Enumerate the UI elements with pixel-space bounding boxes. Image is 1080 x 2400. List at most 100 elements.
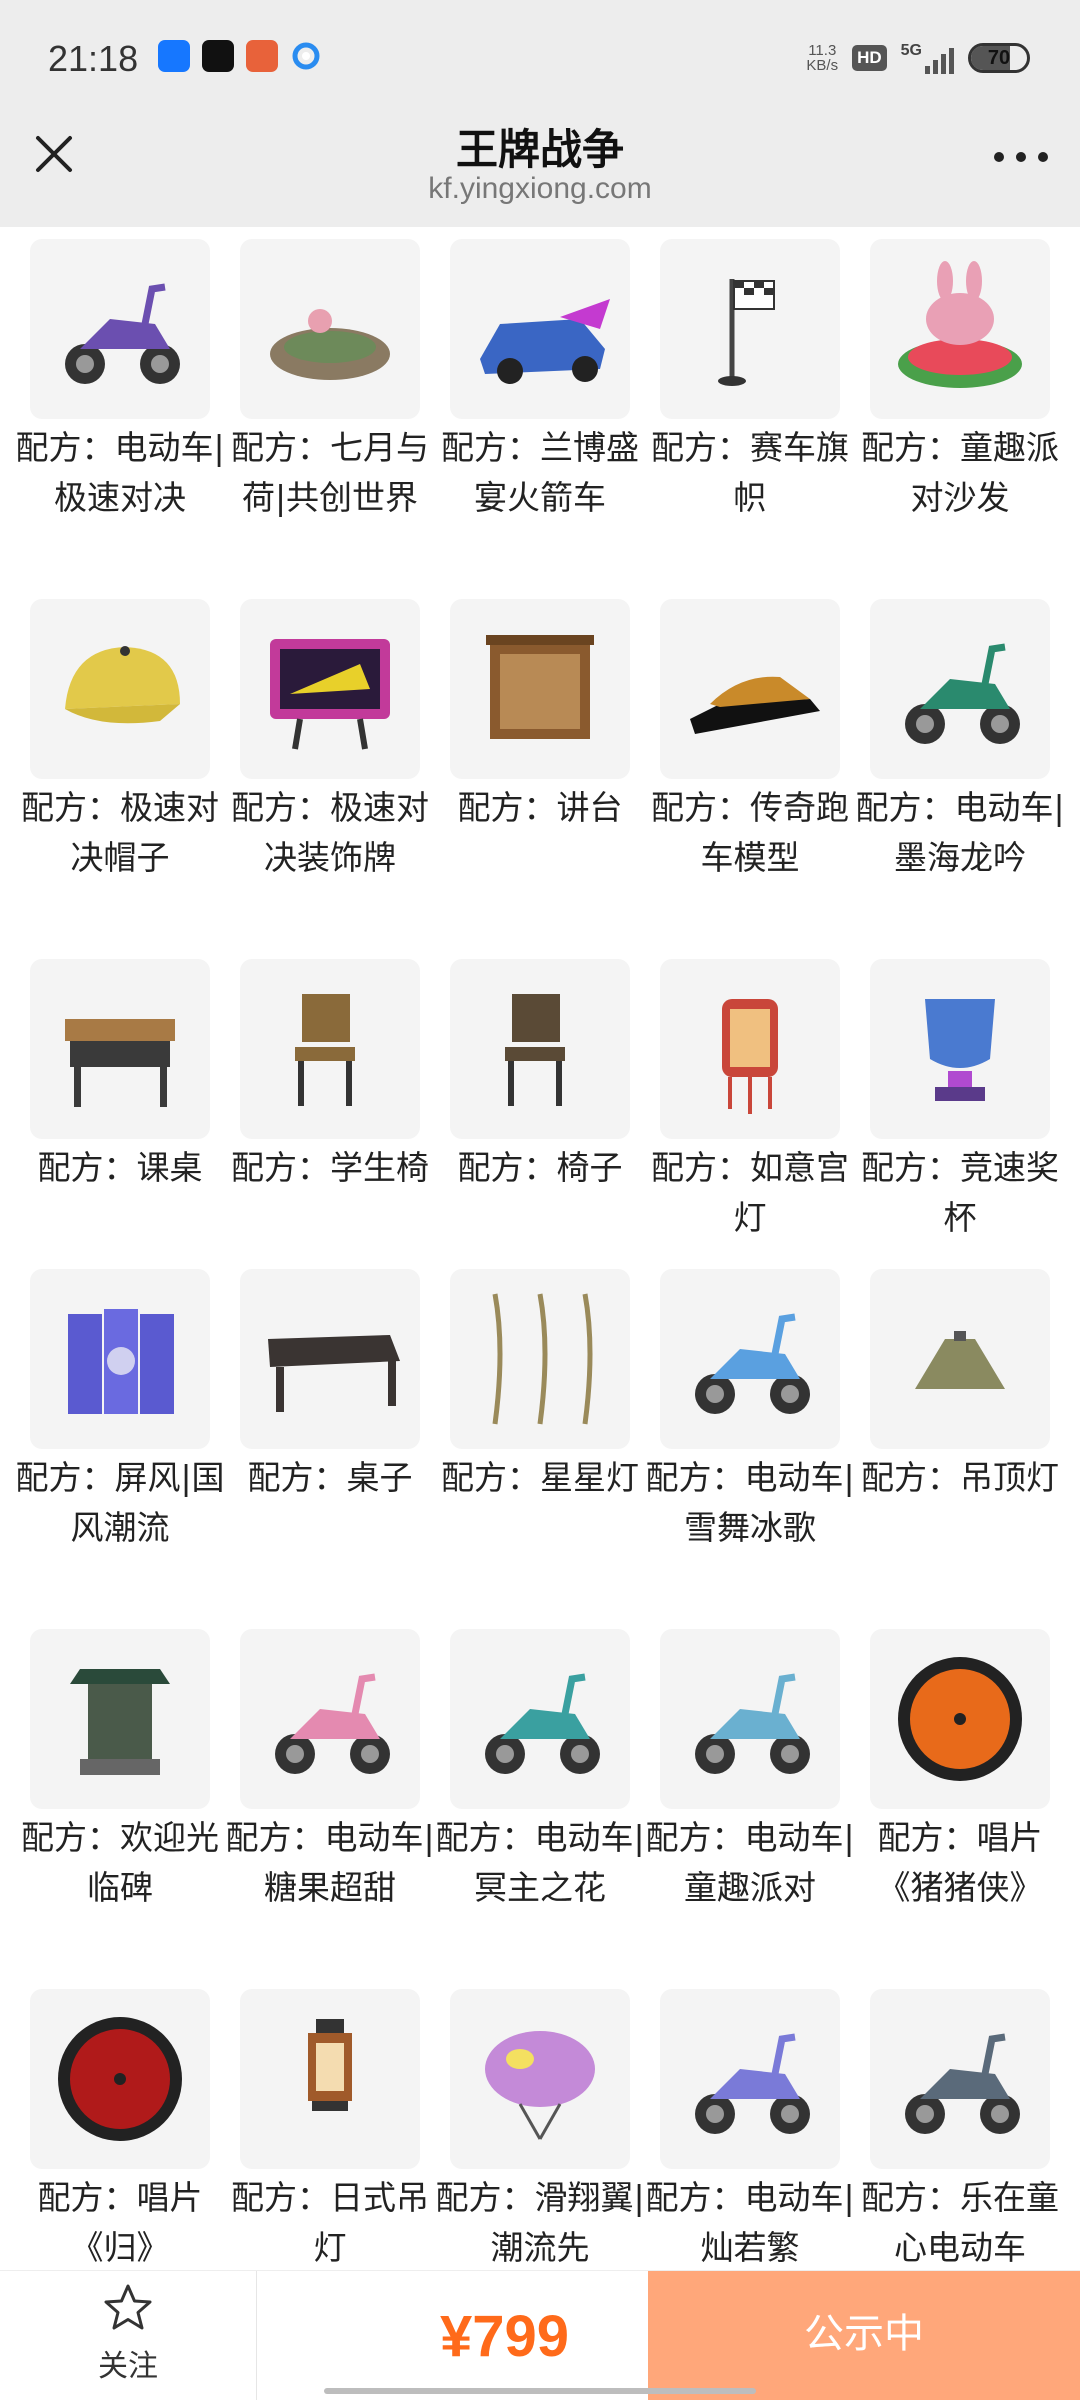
item-label: 配方：极速对决帽子 <box>21 788 219 877</box>
scooter-icon <box>695 2033 810 2134</box>
net-speed-value: 11.3 <box>808 42 837 59</box>
ceiling-lamp-icon <box>915 1331 1005 1389</box>
item-label: 配方：唱片《猪猪侠》 <box>877 1818 1043 1907</box>
item-thumbnail[interactable] <box>660 599 840 779</box>
item-label: 配方：童趣派对沙发 <box>861 428 1059 517</box>
item-thumbnail[interactable] <box>660 1629 840 1809</box>
item-label: 配方：七月与荷|共创世界 <box>231 428 429 517</box>
battery-icon: 70 <box>968 43 1030 73</box>
scooter-icon <box>695 1313 810 1414</box>
item-thumbnail[interactable] <box>30 1629 210 1809</box>
stele-icon <box>70 1669 170 1775</box>
scooter-icon <box>905 643 1020 744</box>
sofa-icon <box>898 261 1022 388</box>
tiktok-icon <box>202 40 234 72</box>
record-icon <box>898 1657 1022 1781</box>
item-thumbnail[interactable] <box>660 1989 840 2169</box>
item-thumbnail[interactable] <box>30 599 210 779</box>
price: ¥799 <box>440 2304 570 2369</box>
item-thumbnail[interactable] <box>450 959 630 1139</box>
item-label: 配方：兰博盛宴火箭车 <box>441 428 639 517</box>
cap-icon <box>65 646 180 724</box>
item-label: 配方：学生椅 <box>231 1148 429 1187</box>
item-label: 配方：滑翔翼|潮流先 <box>435 2178 645 2267</box>
item-label: 配方：极速对决装饰牌 <box>231 788 429 877</box>
scooter-icon <box>485 1673 600 1774</box>
item-thumbnail[interactable] <box>870 959 1050 1139</box>
battery-level: 70 <box>987 47 1011 69</box>
car-model-icon <box>690 676 820 734</box>
net-speed-unit: KB/s <box>806 57 839 74</box>
item-thumbnail[interactable] <box>240 1269 420 1449</box>
item-label: 配方：桌子 <box>247 1458 413 1497</box>
star-icon <box>104 2284 152 2330</box>
item-label: 配方：讲台 <box>457 788 623 827</box>
scooter-icon <box>65 283 180 384</box>
item-thumbnail[interactable] <box>870 1629 1050 1809</box>
item-label: 配方：欢迎光临碑 <box>21 1818 219 1907</box>
item-thumbnail[interactable] <box>30 1989 210 2169</box>
item-thumbnail[interactable] <box>870 239 1050 419</box>
hd-badge: HD <box>852 45 887 71</box>
item-label: 配方：电动车|冥主之花 <box>435 1818 645 1907</box>
item-thumbnail[interactable] <box>450 1269 630 1449</box>
more-button[interactable] <box>994 152 1048 162</box>
screen-icon <box>68 1309 174 1414</box>
item-thumbnail[interactable] <box>660 1269 840 1449</box>
item-thumbnail[interactable] <box>450 599 630 779</box>
scooter-icon <box>905 2033 1020 2134</box>
item-thumbnail[interactable] <box>450 239 630 419</box>
item-label: 配方：电动车|糖果超甜 <box>225 1818 435 1907</box>
browser-icon <box>290 40 322 72</box>
item-thumbnail[interactable] <box>450 1989 630 2169</box>
item-thumbnail[interactable] <box>240 1629 420 1809</box>
item-thumbnail[interactable] <box>240 239 420 419</box>
item-label: 配方：星星灯 <box>441 1458 639 1497</box>
item-label: 配方：竞速奖杯 <box>861 1148 1059 1237</box>
scooter-icon <box>695 1673 810 1774</box>
bottom-bar: 关注 ¥799 公示中 <box>0 2270 1080 2400</box>
item-thumbnail[interactable] <box>660 239 840 419</box>
item-thumbnail[interactable] <box>30 1269 210 1449</box>
status-time: 21:18 <box>48 38 139 79</box>
follow-button[interactable]: 关注 <box>60 2281 196 2391</box>
item-thumbnail[interactable] <box>660 959 840 1139</box>
home-indicator <box>324 2388 756 2394</box>
flag-icon <box>718 279 775 386</box>
item-label: 配方：日式吊灯 <box>231 2178 429 2267</box>
item-label: 配方：乐在童心电动车 <box>861 2178 1059 2267</box>
game-app-icon <box>246 40 278 72</box>
network-type: 5G <box>900 42 922 59</box>
item-thumbnail[interactable] <box>870 1989 1050 2169</box>
string-lights-icon <box>492 1293 593 1425</box>
follow-label: 关注 <box>98 2349 158 2384</box>
record-icon <box>58 2017 182 2141</box>
item-thumbnail[interactable] <box>450 1629 630 1809</box>
item-label: 配方：赛车旗帜 <box>651 428 849 517</box>
item-thumbnail[interactable] <box>240 599 420 779</box>
rocket-car-icon <box>480 299 610 384</box>
item-thumbnail[interactable] <box>870 1269 1050 1449</box>
item-label: 配方：屏风|国风潮流 <box>15 1458 225 1547</box>
page-url: kf.yingxiong.com <box>428 172 652 205</box>
item-thumbnail[interactable] <box>30 959 210 1139</box>
title-bar: 王牌战争 kf.yingxiong.com <box>0 110 1080 227</box>
item-label: 配方：课桌 <box>37 1148 203 1187</box>
recipe-grid: 配方：电动车|极速对决 配方：七月与荷|共创世界 配方：兰博盛宴火箭车 配方：赛车旗帜… <box>0 227 1080 2270</box>
item-thumbnail[interactable] <box>240 959 420 1139</box>
net-speed: 11.3 KB/s <box>806 43 838 73</box>
status-bar: 21:18 11.3 KB/s HD 5G 70 <box>0 0 1080 110</box>
page-title: 王牌战争 <box>455 125 624 174</box>
item-label: 配方：电动车|灿若繁 <box>645 2178 855 2267</box>
item-thumbnail[interactable] <box>240 1989 420 2169</box>
item-label: 配方：唱片《归》 <box>37 2178 203 2267</box>
trophy-icon <box>925 999 995 1101</box>
item-thumbnail[interactable] <box>870 599 1050 779</box>
sign-icon <box>270 639 390 750</box>
more-icon <box>994 152 1004 162</box>
signal-icon: 5G <box>901 42 954 74</box>
status-button[interactable]: 公示中 <box>648 2271 1080 2400</box>
podium-icon <box>486 635 594 739</box>
item-label: 配方：吊顶灯 <box>861 1458 1059 1497</box>
item-thumbnail[interactable] <box>30 239 210 419</box>
